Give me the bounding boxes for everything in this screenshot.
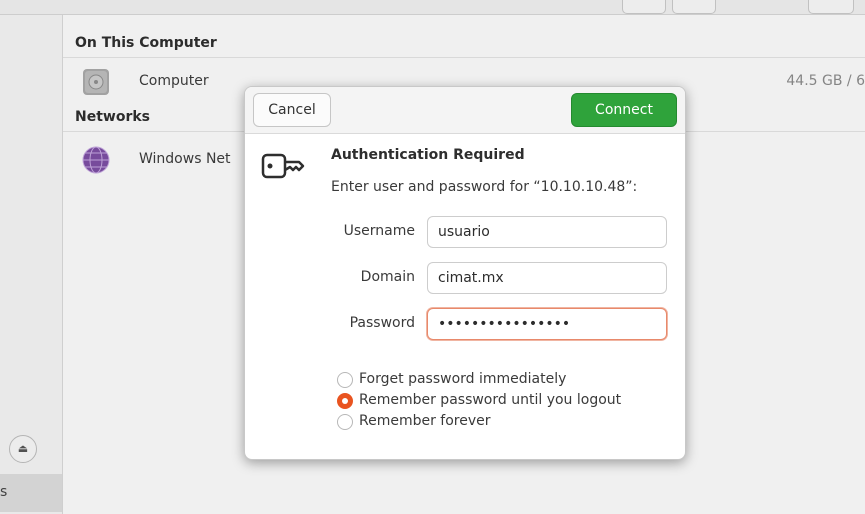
radio-label: Forget password immediately [359,371,567,387]
radio-remember-until-logout[interactable]: Remember password until you logout [337,392,667,412]
radio-forget-immediately[interactable]: Forget password immediately [337,371,657,391]
radio-button-selected[interactable] [337,393,353,409]
connect-button[interactable]: Connect [571,93,677,127]
password-field[interactable] [427,308,667,340]
username-label: Username [343,223,415,239]
cancel-button[interactable]: Cancel [253,93,331,127]
key-icon [261,153,305,179]
dialog-message: Enter user and password for “10.10.10.48… [331,179,638,195]
password-label: Password [349,315,415,331]
authentication-dialog: Cancel Connect Authentication Required E… [244,86,686,460]
radio-remember-forever[interactable]: Remember forever [337,413,657,433]
domain-label: Domain [360,269,415,285]
radio-button[interactable] [337,414,353,430]
radio-label: Remember forever [359,413,491,429]
dialog-title: Authentication Required [331,147,525,163]
dialog-header: Cancel Connect [245,87,685,134]
domain-field[interactable] [427,262,667,294]
radio-label: Remember password until you logout [359,392,622,408]
username-field[interactable] [427,216,667,248]
radio-button[interactable] [337,372,353,388]
